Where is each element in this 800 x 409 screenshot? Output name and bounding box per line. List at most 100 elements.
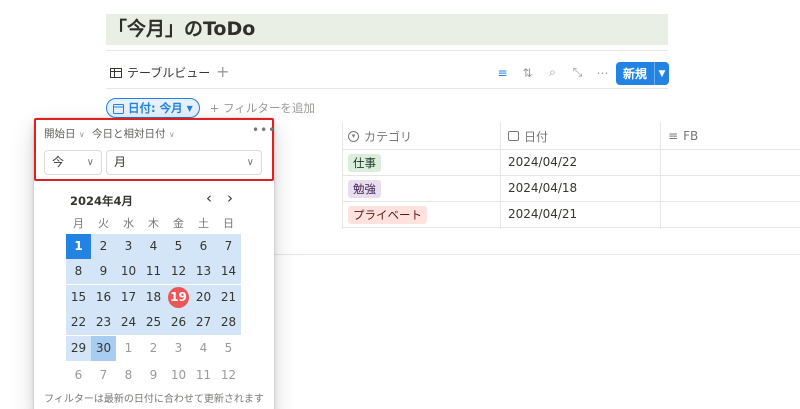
column-category[interactable]: ▾ カテゴリ bbox=[348, 122, 412, 150]
column-fb-label: FB bbox=[683, 129, 699, 143]
calendar-day[interactable]: 24 bbox=[116, 310, 141, 335]
tab-table-view[interactable]: テーブルビュー bbox=[110, 64, 210, 81]
calendar-day[interactable]: 9 bbox=[91, 259, 116, 284]
calendar-day[interactable]: 6 bbox=[66, 363, 91, 388]
text-property-icon: ≡ bbox=[668, 129, 679, 143]
date-filter-chip[interactable]: 日付: 今月 ▼ bbox=[106, 98, 200, 118]
add-view-button[interactable]: + bbox=[216, 62, 229, 81]
expand-icon[interactable]: ⤡ bbox=[571, 65, 584, 80]
calendar-day[interactable]: 8 bbox=[116, 363, 141, 388]
calendar-day[interactable]: 22 bbox=[66, 310, 91, 335]
page-title[interactable]: 「今月」のToDo bbox=[106, 14, 668, 45]
weekday-label: 木 bbox=[148, 217, 159, 230]
title-divider bbox=[106, 50, 668, 51]
sort-icon[interactable]: ⇅ bbox=[521, 66, 534, 80]
more-options-button[interactable]: ••• bbox=[252, 123, 276, 137]
column-date[interactable]: 日付 bbox=[508, 122, 548, 150]
calendar-day[interactable]: 6 bbox=[191, 234, 216, 259]
calendar-day[interactable]: 29 bbox=[66, 336, 91, 361]
date-filter-popup: 開始日 ∨ 今日と相対日付 ∨ ••• 今 ∨ 月 ∨ 2024年4月 ‹ › … bbox=[34, 118, 276, 409]
weekday-label: 水 bbox=[123, 217, 134, 230]
calendar-day[interactable]: 11 bbox=[141, 259, 166, 284]
calendar-day[interactable]: 7 bbox=[216, 234, 241, 259]
chevron-down-icon: ∨ bbox=[246, 157, 254, 168]
calendar-icon bbox=[113, 103, 124, 114]
calendar-day[interactable]: 4 bbox=[141, 234, 166, 259]
calendar-day[interactable]: 26 bbox=[166, 310, 191, 335]
calendar-day[interactable]: 12 bbox=[216, 363, 241, 388]
weekday-label: 金 bbox=[173, 217, 184, 230]
chevron-down-icon: ∨ bbox=[86, 157, 94, 168]
calendar-day[interactable]: 27 bbox=[191, 310, 216, 335]
calendar-day[interactable]: 10 bbox=[116, 259, 141, 284]
today-marker: 19 bbox=[168, 287, 189, 308]
calendar-day[interactable]: 17 bbox=[116, 285, 141, 310]
calendar-day[interactable]: 4 bbox=[191, 336, 216, 361]
next-month-button[interactable]: › bbox=[227, 189, 233, 207]
calendar-day[interactable]: 13 bbox=[191, 259, 216, 284]
date-cell: 2024/04/22 bbox=[508, 155, 578, 169]
category-tag: プライベート bbox=[348, 206, 427, 224]
table-row[interactable]: プライベート 2024/04/21 bbox=[342, 202, 800, 228]
tab-label: テーブルビュー bbox=[127, 66, 211, 80]
calendar-day[interactable]: 3 bbox=[166, 336, 191, 361]
calendar-day[interactable]: 1 bbox=[116, 336, 141, 361]
table-header: ▾ カテゴリ 日付 ≡ FB bbox=[342, 122, 800, 150]
weekday-label: 日 bbox=[223, 217, 234, 230]
table-bottom-line bbox=[270, 254, 800, 255]
start-date-dropdown[interactable]: 開始日 ∨ bbox=[44, 126, 85, 141]
filter-row: 日付: 今月 ▼ + フィルターを追加 bbox=[106, 97, 315, 119]
column-fb[interactable]: ≡ FB bbox=[668, 122, 698, 150]
relative-when-select[interactable]: 今 ∨ bbox=[44, 150, 102, 175]
new-button[interactable]: 新規 ▼ bbox=[616, 62, 669, 85]
calendar-day[interactable]: 5 bbox=[166, 234, 191, 259]
new-button-label: 新規 bbox=[623, 67, 648, 81]
date-property-icon bbox=[508, 131, 519, 141]
chevron-down-icon[interactable]: ▼ bbox=[654, 62, 669, 85]
table-row[interactable]: 仕事 2024/04/22 bbox=[342, 150, 800, 176]
filter-update-note: フィルターは最新の日付に合わせて更新されます bbox=[44, 394, 264, 405]
calendar-day[interactable]: 2 bbox=[91, 234, 116, 259]
category-tag: 仕事 bbox=[348, 154, 381, 172]
calendar-day[interactable]: 23 bbox=[91, 310, 116, 335]
calendar-day[interactable]: 25 bbox=[141, 310, 166, 335]
calendar-day[interactable]: 20 bbox=[191, 285, 216, 310]
view-bar: テーブルビュー + ≡ ⇅ ⌕ ⤡ ⋯ 新規 ▼ bbox=[106, 60, 669, 88]
calendar-day[interactable]: 1 bbox=[66, 234, 91, 259]
calendar-day[interactable]: 15 bbox=[66, 285, 91, 310]
calendar-day[interactable]: 18 bbox=[141, 285, 166, 310]
calendar-day[interactable]: 8 bbox=[66, 259, 91, 284]
weekday-label: 火 bbox=[98, 217, 109, 230]
weekday-label: 土 bbox=[198, 217, 209, 230]
calendar-day[interactable]: 14 bbox=[216, 259, 241, 284]
column-category-label: カテゴリ bbox=[364, 129, 413, 144]
chevron-down-icon: ▼ bbox=[186, 103, 193, 113]
relative-unit-select[interactable]: 月 ∨ bbox=[106, 150, 262, 175]
calendar-day[interactable]: 11 bbox=[191, 363, 216, 388]
calendar-day[interactable]: 3 bbox=[116, 234, 141, 259]
calendar-day[interactable]: 19 bbox=[166, 285, 191, 310]
calendar-month-label: 2024年4月 bbox=[70, 194, 134, 208]
prev-month-button[interactable]: ‹ bbox=[206, 189, 212, 207]
calendar-day[interactable]: 21 bbox=[216, 285, 241, 310]
date-filter-label: 日付: 今月 bbox=[128, 101, 183, 115]
calendar-day[interactable]: 30 bbox=[91, 336, 116, 361]
calendar-day[interactable]: 2 bbox=[141, 336, 166, 361]
calendar-day[interactable]: 28 bbox=[216, 310, 241, 335]
filter-icon[interactable]: ≡ bbox=[496, 66, 509, 80]
more-icon[interactable]: ⋯ bbox=[596, 66, 609, 80]
calendar-day[interactable]: 12 bbox=[166, 259, 191, 284]
date-cell: 2024/04/21 bbox=[508, 207, 578, 221]
view-divider bbox=[106, 88, 668, 89]
calendar-day[interactable]: 10 bbox=[166, 363, 191, 388]
search-icon[interactable]: ⌕ bbox=[546, 65, 559, 80]
calendar-day[interactable]: 5 bbox=[216, 336, 241, 361]
category-tag: 勉強 bbox=[348, 180, 381, 198]
calendar-day[interactable]: 9 bbox=[141, 363, 166, 388]
table-row[interactable]: 勉強 2024/04/18 bbox=[342, 176, 800, 202]
relative-date-dropdown[interactable]: 今日と相対日付 ∨ bbox=[92, 126, 175, 141]
add-filter-button[interactable]: + フィルターを追加 bbox=[210, 100, 315, 116]
calendar-day[interactable]: 7 bbox=[91, 363, 116, 388]
calendar-day[interactable]: 16 bbox=[91, 285, 116, 310]
date-cell: 2024/04/18 bbox=[508, 181, 578, 195]
